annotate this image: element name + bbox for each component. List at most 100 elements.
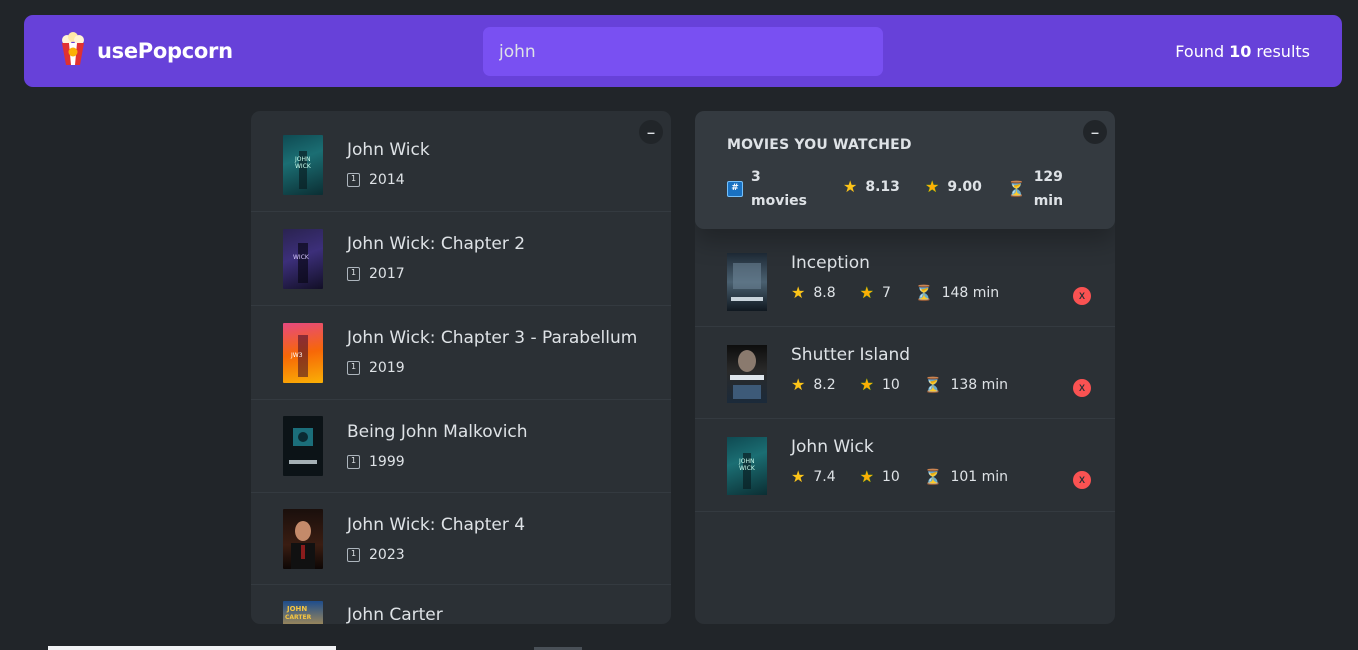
user-value: 7 (881, 284, 891, 301)
imdb-value: 7.4 (813, 468, 836, 485)
year-text: 2019 (369, 360, 405, 376)
collapse-results-button[interactable]: – (639, 120, 663, 144)
runtime-value: 148 min (941, 284, 1000, 301)
movies-word: movies (751, 193, 807, 209)
movie-poster (283, 509, 323, 569)
search-results-box: – JOHN WICK John Wick 1 2014 WICK John Wi… (251, 111, 671, 624)
avg-imdb: 8.13 (865, 179, 900, 195)
movies-count-text: 3 movies (751, 165, 807, 213)
movie-year: 1 1999 (347, 454, 405, 470)
list-item[interactable]: JOHN CARTER John Carter (251, 585, 671, 624)
hourglass-icon: ⏳ (923, 467, 943, 486)
movies-count: 3 (751, 169, 761, 185)
imdb-rating: ★ 7.4 (791, 467, 836, 486)
movie-title: John Wick (347, 140, 430, 160)
movie-title: John Carter (347, 605, 443, 624)
list-item[interactable]: Shutter Island ★ 8.2 ★ 10 ⏳ 138 min X (695, 327, 1115, 419)
svg-text:WICK: WICK (293, 254, 310, 261)
svg-text:WICK: WICK (739, 465, 756, 472)
list-item[interactable]: JW3 John Wick: Chapter 3 - Parabellum 1 … (251, 306, 671, 400)
movie-title: Shutter Island (791, 345, 911, 365)
list-item[interactable]: JOHN WICK John Wick ★ 7.4 ★ 10 ⏳ 101 min X (695, 419, 1115, 512)
search-input[interactable] (483, 27, 883, 76)
svg-text:CARTER: CARTER (285, 614, 312, 621)
glowing-star-icon: ★ (859, 375, 874, 394)
calendar-icon: 1 (347, 173, 360, 187)
logo: usePopcorn (59, 15, 233, 87)
results-number: 10 (1229, 41, 1252, 61)
watched-list: Inception ★ 8.8 ★ 7 ⏳ 148 min X Shutter Isl… (695, 235, 1115, 512)
delete-button[interactable]: X (1073, 287, 1091, 305)
results-count: Found 10 results (1175, 15, 1310, 87)
hourglass-icon: ⏳ (923, 375, 943, 394)
year-text: 2017 (369, 266, 405, 282)
list-item[interactable]: Being John Malkovich 1 1999 (251, 400, 671, 493)
hash-icon: # (727, 181, 743, 197)
navbar: usePopcorn Found 10 results (24, 15, 1342, 87)
list-item[interactable]: JOHN WICK John Wick 1 2014 (251, 111, 671, 212)
delete-button[interactable]: X (1073, 471, 1091, 489)
svg-text:JW3: JW3 (290, 352, 303, 359)
movie-poster: JW3 (283, 323, 323, 383)
summary-title: MOVIES YOU WATCHED (727, 137, 912, 153)
svg-text:WICK: WICK (295, 163, 312, 170)
runtime: ⏳ 138 min (924, 376, 1008, 394)
svg-text:JOHN: JOHN (286, 605, 307, 613)
year-text: 1999 (369, 454, 405, 470)
runtime: ⏳ 148 min (915, 284, 999, 302)
movie-year: 1 2017 (347, 266, 405, 282)
movie-poster: JOHN WICK (283, 135, 323, 195)
popcorn-icon (59, 32, 87, 70)
movie-title: John Wick: Chapter 2 (347, 234, 526, 254)
movie-poster: WICK (283, 229, 323, 289)
watched-summary: MOVIES YOU WATCHED # 3 movies ★ 8.13 ★ 9… (695, 111, 1115, 229)
star-icon: ★ (791, 283, 806, 302)
runtime-unit: min (1033, 193, 1064, 209)
movie-poster (283, 416, 323, 476)
avg-user: 9.00 (947, 179, 982, 195)
user-value: 10 (881, 468, 900, 485)
watched-box: – MOVIES YOU WATCHED # 3 movies ★ 8.13 ★… (695, 111, 1115, 624)
user-rating: ★ 10 (860, 375, 900, 394)
calendar-icon: 1 (347, 548, 360, 562)
movie-year: 1 2023 (347, 547, 405, 563)
summary-runtime: ⏳ 129 min (1007, 165, 1063, 213)
runtime-value: 101 min (950, 468, 1009, 485)
list-item[interactable]: WICK John Wick: Chapter 2 1 2017 (251, 212, 671, 306)
svg-text:JOHN: JOHN (294, 156, 311, 163)
year-text: 2023 (369, 547, 405, 563)
collapse-watched-button[interactable]: – (1083, 120, 1107, 144)
hourglass-icon: ⏳ (914, 283, 934, 302)
results-suffix: results (1256, 41, 1310, 61)
list-item[interactable]: John Wick: Chapter 4 1 2023 (251, 493, 671, 585)
runtime-value: 138 min (950, 376, 1009, 393)
user-rating: ★ 10 (860, 467, 900, 486)
movie-poster (727, 253, 767, 311)
movie-stats: ★ 8.2 ★ 10 ⏳ 138 min (791, 375, 1032, 394)
calendar-icon: 1 (347, 267, 360, 281)
movie-title: Inception (791, 253, 870, 273)
list-item[interactable]: Inception ★ 8.8 ★ 7 ⏳ 148 min X (695, 235, 1115, 327)
summary-user-rating: ★ 9.00 (925, 175, 982, 199)
movie-poster: JOHN CARTER (283, 601, 323, 624)
glowing-star-icon: ★ (859, 467, 874, 486)
calendar-icon: 1 (347, 455, 360, 469)
user-value: 10 (881, 376, 900, 393)
movie-poster (727, 345, 767, 403)
app-title: usePopcorn (97, 39, 233, 63)
movie-title: John Wick (791, 437, 874, 457)
glowing-star-icon: ★ (859, 283, 874, 302)
delete-button[interactable]: X (1073, 379, 1091, 397)
calendar-icon: 1 (347, 361, 360, 375)
movie-title: John Wick: Chapter 4 (347, 515, 526, 535)
runtime-text: 129 min (1034, 165, 1063, 213)
movie-title: Being John Malkovich (347, 422, 528, 442)
movie-poster: JOHN WICK (727, 437, 767, 495)
horizontal-scrollbar[interactable] (48, 646, 336, 650)
imdb-value: 8.8 (813, 284, 836, 301)
star-icon: ★ (843, 177, 858, 196)
star-icon: ★ (791, 375, 806, 394)
imdb-rating: ★ 8.8 (791, 283, 836, 302)
movie-stats: ★ 7.4 ★ 10 ⏳ 101 min (791, 467, 1032, 486)
movie-year: 1 2019 (347, 360, 405, 376)
